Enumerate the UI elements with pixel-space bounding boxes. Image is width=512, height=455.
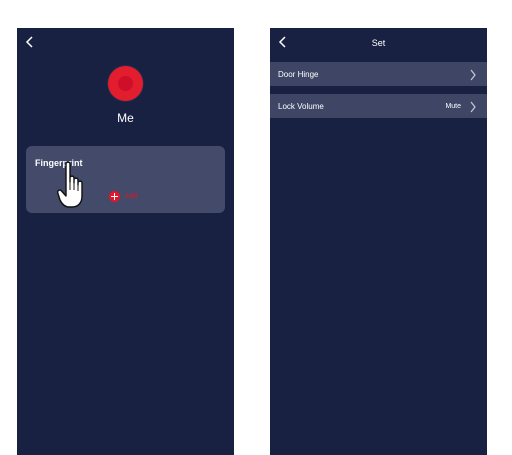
add-fingerprint-button[interactable]: Add [109, 190, 137, 202]
add-label: Add [125, 192, 138, 200]
row-label: Lock Volume [278, 101, 324, 111]
me-screen: Me Fingerprint Add [17, 28, 234, 455]
chevron-right-icon [469, 100, 477, 118]
row-label: Door Hinge [278, 69, 319, 79]
settings-screen: Set Door Hinge Lock Volume Mute [270, 28, 487, 455]
add-icon [109, 190, 120, 202]
fingerprint-card[interactable]: Fingerprint Add [26, 146, 225, 213]
row-value: Mute [445, 102, 461, 110]
back-icon[interactable] [25, 35, 39, 51]
avatar-icon[interactable] [108, 66, 143, 101]
page-title: Set [371, 38, 386, 48]
pointer-hand-icon [56, 160, 87, 210]
chevron-right-icon [469, 68, 477, 86]
settings-row-door-hinge[interactable]: Door Hinge [270, 62, 487, 86]
settings-row-lock-volume[interactable]: Lock Volume Mute [270, 94, 487, 118]
avatar-name: Me [117, 111, 134, 125]
